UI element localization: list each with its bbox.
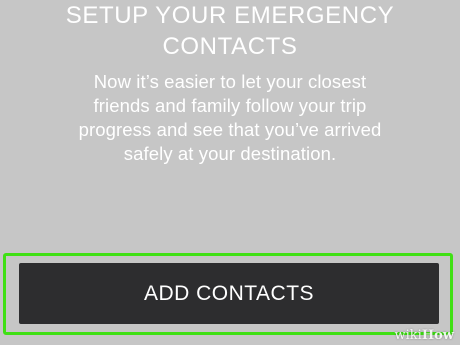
description-line: safely at your destination. bbox=[123, 143, 337, 164]
watermark-wiki: wiki bbox=[394, 328, 422, 343]
wikihow-watermark: wiki How bbox=[395, 328, 454, 343]
title-line: CONTACTS bbox=[162, 33, 298, 60]
description-line: progress and see that you’ve arrived bbox=[78, 119, 382, 140]
page-title: SETUP YOUR EMERGENCY CONTACTS bbox=[30, 0, 430, 62]
add-contacts-button[interactable]: ADD CONTACTS bbox=[19, 263, 439, 324]
title-line: SETUP YOUR EMERGENCY bbox=[65, 2, 395, 29]
description-text: Now it’s easier to let your closest frie… bbox=[40, 70, 420, 166]
watermark-how: How bbox=[421, 328, 454, 343]
description-line: friends and family follow your trip bbox=[93, 95, 367, 116]
description-line: Now it’s easier to let your closest bbox=[93, 71, 367, 92]
emergency-contacts-screen: SETUP YOUR EMERGENCY CONTACTS Now it’s e… bbox=[0, 0, 460, 345]
